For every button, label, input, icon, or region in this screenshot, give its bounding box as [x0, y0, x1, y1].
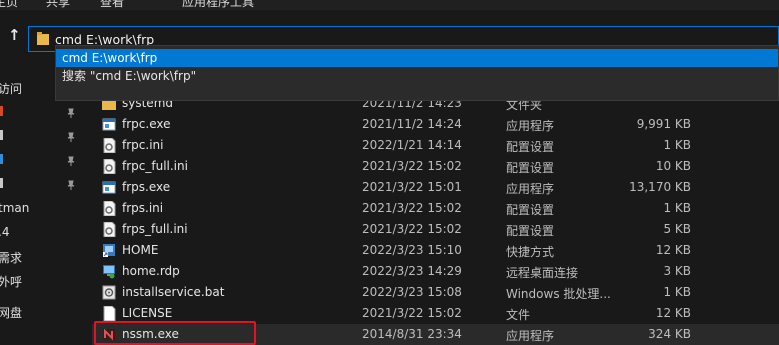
file-size: 5 KB — [663, 222, 691, 236]
up-arrow-icon[interactable]: ↑ — [8, 26, 21, 44]
ribbon-tab-share[interactable]: 共享 — [46, 0, 70, 9]
file-date: 2022/3/23 15:08 — [362, 285, 462, 299]
file-date: 2021/3/22 15:02 — [362, 159, 462, 173]
file-type: 配置设置 — [506, 224, 555, 238]
file-icon — [103, 306, 116, 321]
file-date: 2022/1/21 14:14 — [362, 138, 462, 152]
file-name: frpc_full.ini — [122, 159, 188, 173]
file-type: Windows 批处理... — [506, 287, 611, 301]
file-date: 2021/3/22 15:02 — [362, 222, 462, 236]
file-type: 配置设置 — [506, 203, 555, 217]
exe-icon — [102, 181, 116, 194]
address-suggestions-dropdown: cmd E:\work\frp 搜索 "cmd E:\work\frp" — [55, 45, 779, 101]
file-row[interactable]: installservice.bat 2022/3/23 15:08 Windo… — [92, 282, 779, 303]
nav-item-marker — [0, 154, 3, 164]
file-size: 10 KB — [655, 159, 691, 173]
file-size: 1 KB — [663, 138, 691, 152]
file-size: 1 KB — [663, 285, 691, 299]
suggestion-item-search[interactable]: 搜索 "cmd E:\work\frp" — [56, 67, 778, 85]
file-date: 2022/3/23 14:29 — [362, 264, 462, 278]
pin-icon[interactable] — [66, 156, 76, 166]
file-row[interactable]: home.rdp 2022/3/23 14:29 远程桌面连接 3 KB — [92, 261, 779, 282]
file-type: 应用程序 — [506, 329, 555, 343]
nav-item-version[interactable]: .4 — [0, 225, 9, 239]
file-name: frpc.ini — [122, 138, 164, 152]
nav-item-requirements[interactable]: 需求 — [0, 249, 22, 266]
pin-icon[interactable] — [66, 132, 76, 142]
nav-item-outbound-call[interactable]: 外呼 — [0, 273, 22, 290]
file-type: 应用程序 — [506, 182, 555, 196]
suggestion-item-cmd[interactable]: cmd E:\work\frp — [56, 49, 778, 67]
file-name: frps.exe — [122, 180, 171, 194]
file-row[interactable]: frps_full.ini 2021/3/22 15:02 配置设置 5 KB — [92, 219, 779, 240]
exe-icon — [102, 118, 116, 131]
file-type: 远程桌面连接 — [506, 266, 579, 280]
file-row[interactable]: frpc.exe 2021/11/2 14:24 应用程序 9,991 KB — [92, 114, 779, 135]
nav-item-quick-access[interactable]: 访问 — [0, 80, 22, 97]
file-date: 2021/3/22 15:02 — [362, 201, 462, 215]
file-name: HOME — [122, 243, 159, 257]
file-row[interactable]: frpc_full.ini 2021/3/22 15:02 配置设置 10 KB — [92, 156, 779, 177]
shortcut-icon — [103, 244, 115, 257]
file-size: 13,170 KB — [629, 180, 691, 194]
file-date: 2014/8/31 23:34 — [362, 327, 462, 341]
file-name: installservice.bat — [122, 285, 225, 299]
file-type: 配置设置 — [506, 140, 555, 154]
file-name: frps.ini — [122, 201, 164, 215]
file-name: frpc.exe — [122, 117, 171, 131]
ini-icon — [103, 138, 116, 153]
file-type: 文件 — [506, 308, 531, 322]
nav-item-marker — [0, 130, 3, 140]
folder-icon — [37, 32, 49, 45]
nav-item-marker — [0, 178, 3, 188]
pin-icon[interactable] — [66, 108, 76, 118]
file-date: 2021/3/22 15:02 — [362, 306, 462, 320]
file-row[interactable]: frps.exe 2021/3/22 15:01 应用程序 13,170 KB — [92, 177, 779, 198]
file-type: 配置设置 — [506, 161, 555, 175]
highlight-annotation-box — [94, 321, 256, 345]
file-date: 2021/11/2 14:24 — [362, 117, 462, 131]
file-size: 1 KB — [663, 201, 691, 215]
file-date: 2021/3/22 15:01 — [362, 180, 462, 194]
ini-icon — [103, 159, 116, 174]
file-type: 快捷方式 — [506, 245, 555, 259]
file-row[interactable]: HOME 2022/3/23 15:10 快捷方式 12 KB — [92, 240, 779, 261]
file-name: frps_full.ini — [122, 222, 188, 236]
file-size: 12 KB — [655, 243, 691, 257]
nav-item-marker — [0, 106, 3, 116]
bat-icon — [102, 285, 116, 300]
ribbon-tab-view[interactable]: 查看 — [100, 0, 124, 9]
file-size: 9,991 KB — [636, 117, 691, 131]
file-type: 应用程序 — [506, 119, 555, 133]
file-row[interactable]: frpc.ini 2022/1/21 14:14 配置设置 1 KB — [92, 135, 779, 156]
file-date: 2022/3/23 15:10 — [362, 243, 462, 257]
rdp-icon — [103, 265, 115, 279]
nav-item-netdisk[interactable]: 网盘 — [0, 304, 22, 321]
file-size: 3 KB — [663, 264, 691, 278]
nav-item-postman[interactable]: tman — [0, 201, 29, 215]
ribbon-bar: 主页 共享 查看 应用程序工具 — [0, 0, 779, 10]
file-size: 324 KB — [648, 327, 691, 341]
ini-icon — [103, 201, 116, 216]
pin-icon[interactable] — [66, 180, 76, 190]
ribbon-tab-app-tools[interactable]: 应用程序工具 — [182, 0, 254, 9]
ribbon-tab-home[interactable]: 主页 — [0, 0, 18, 9]
file-row[interactable]: frps.ini 2021/3/22 15:02 配置设置 1 KB — [92, 198, 779, 219]
file-size: 12 KB — [655, 306, 691, 320]
ini-icon — [103, 222, 116, 237]
file-name: home.rdp — [122, 264, 180, 278]
file-name: LICENSE — [122, 306, 173, 320]
